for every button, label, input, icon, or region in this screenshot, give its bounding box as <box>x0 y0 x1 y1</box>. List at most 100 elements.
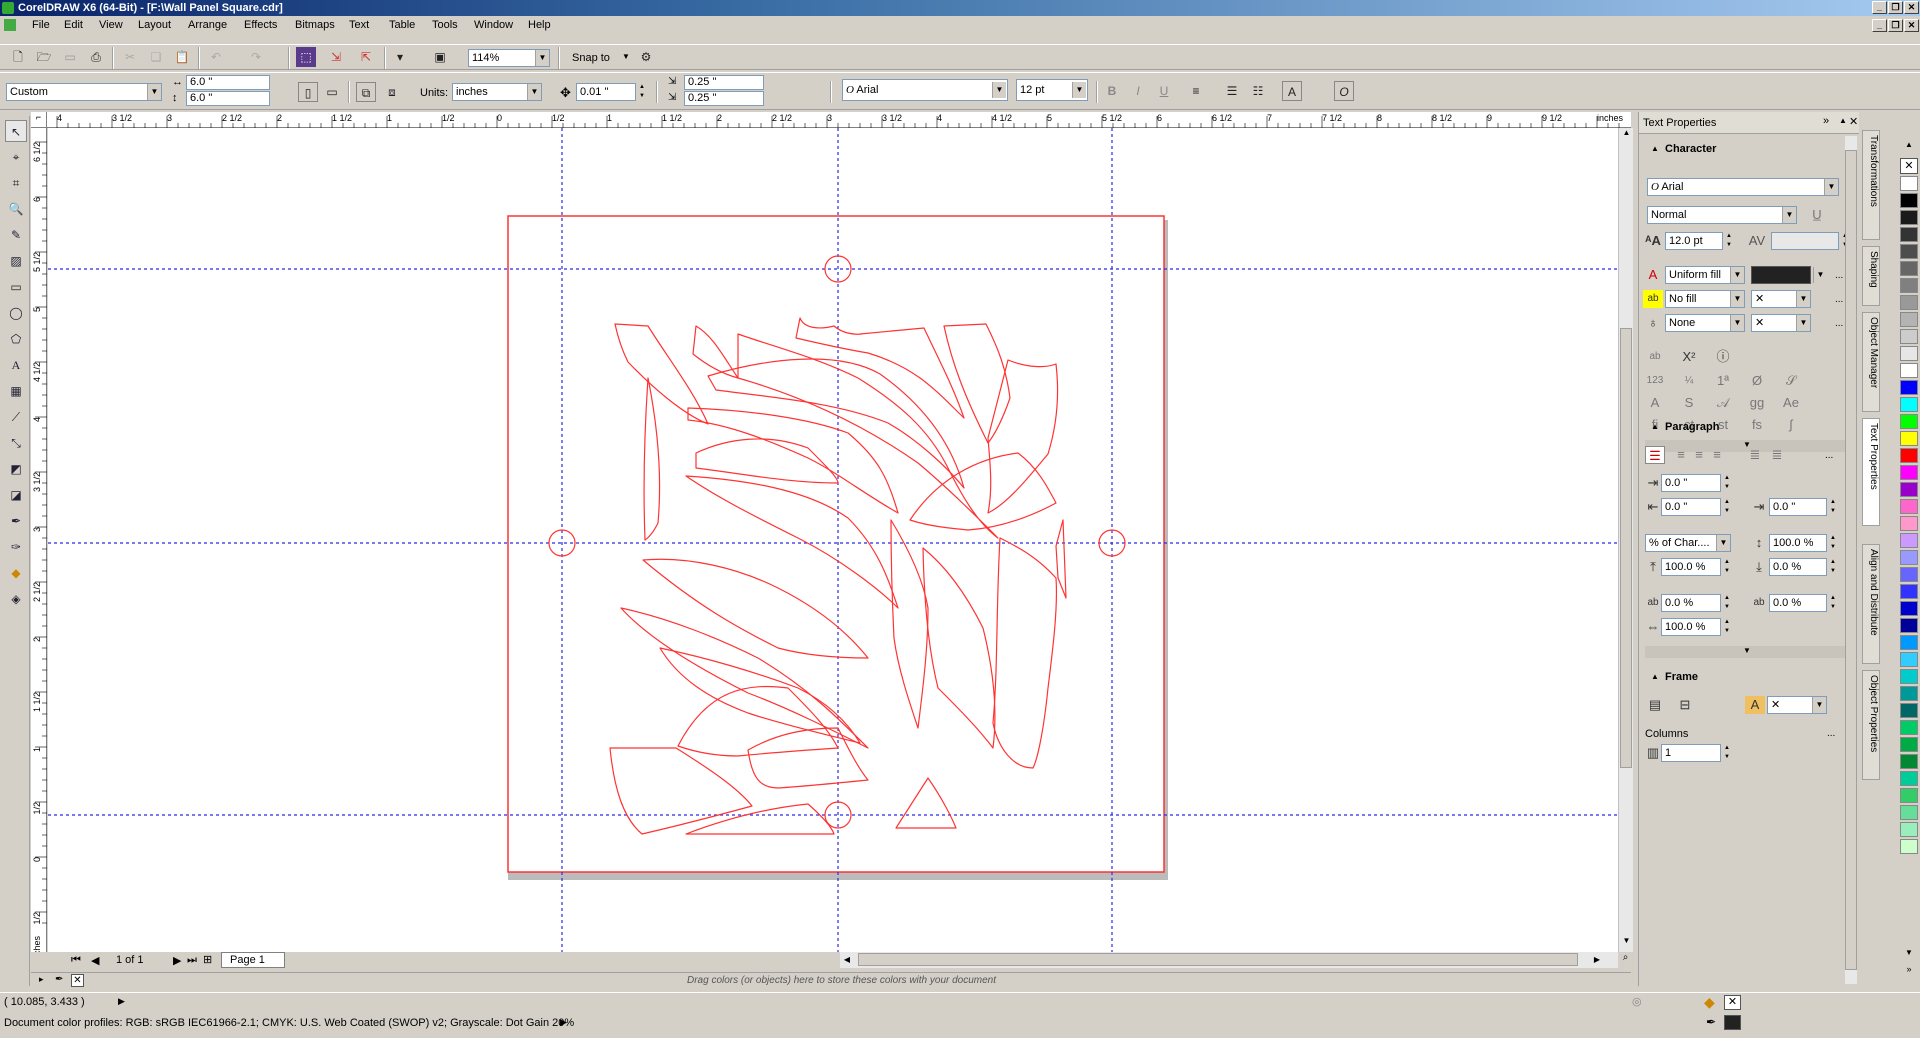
color-swatch[interactable] <box>1900 465 1918 480</box>
first-page-icon[interactable]: ⏮ <box>71 954 81 967</box>
outline-color-swatch[interactable] <box>1724 1015 1741 1030</box>
minimize-button[interactable]: _ <box>1872 1 1887 14</box>
text-properties-icon[interactable]: A <box>1282 81 1302 101</box>
transparency-tool-icon[interactable]: ◪ <box>5 484 27 506</box>
tab-shaping[interactable]: Shaping <box>1862 246 1880 306</box>
docker-font-size-field[interactable]: 12.0 pt <box>1665 232 1723 250</box>
text-alignment-icon[interactable]: ≡ <box>1186 81 1206 101</box>
export-icon[interactable]: ⇱ <box>356 47 376 67</box>
font-style-dropdown-icon[interactable]: ▼ <box>1782 207 1796 223</box>
frame-section-header[interactable]: Frame <box>1645 668 1849 686</box>
polygon-tool-icon[interactable]: ⬠ <box>5 328 27 350</box>
discretionary-icon[interactable]: Ae <box>1781 394 1801 412</box>
color-swatch[interactable] <box>1900 567 1918 582</box>
first-line-indent-field[interactable]: 0.0 " <box>1661 474 1721 492</box>
line-spacing-spinner[interactable]: ▲ ▼ <box>1827 534 1839 552</box>
color-swatch[interactable] <box>1900 312 1918 327</box>
palette-scroll-up-icon[interactable]: ▲ <box>1900 140 1918 152</box>
vertical-scrollbar[interactable]: ▲ ▼ <box>1618 128 1633 952</box>
eyedropper-tool-icon[interactable]: ✒ <box>5 510 27 532</box>
fill-color-dropdown-icon[interactable]: ▼ <box>1813 267 1827 283</box>
menu-help[interactable]: Help <box>528 19 551 31</box>
tab-text-properties[interactable]: Text Properties <box>1862 418 1880 526</box>
language-spacing-field[interactable]: 100.0 % <box>1661 618 1721 636</box>
color-swatch[interactable] <box>1900 295 1918 310</box>
bold-icon[interactable]: B <box>1102 81 1122 101</box>
paragraph-expand-icon[interactable]: ▼ <box>1645 646 1849 658</box>
background-settings-icon[interactable]: ... <box>1835 294 1843 305</box>
menu-layout[interactable]: Layout <box>138 19 171 31</box>
color-swatch[interactable] <box>1900 176 1918 191</box>
spacing-unit-dropdown-icon[interactable]: ▼ <box>1716 535 1730 551</box>
interactive-fill-icon[interactable]: ◈ <box>5 588 27 610</box>
stylistic-s-icon[interactable]: S <box>1679 394 1699 412</box>
scroll-left-arrow[interactable]: ◀ <box>840 952 854 968</box>
color-swatch[interactable] <box>1900 754 1918 769</box>
docker-close-icon[interactable]: ✕ <box>1849 115 1858 128</box>
paste-icon[interactable]: 📋 <box>172 47 192 67</box>
slashed-zero-icon[interactable]: Ø <box>1747 372 1767 390</box>
outline-indicator-icon[interactable]: ✒ <box>1706 1015 1716 1029</box>
page-tab[interactable]: Page 1 <box>221 952 285 968</box>
options-icon[interactable]: ⚙ <box>636 47 656 67</box>
color-swatch[interactable] <box>1900 499 1918 514</box>
uppercase-icon[interactable]: ab <box>1645 348 1665 366</box>
right-indent-field[interactable]: 0.0 " <box>1769 498 1827 516</box>
pick-tool-icon[interactable]: ↖ <box>5 120 27 142</box>
font-style-field[interactable]: Normal <box>1647 206 1797 224</box>
swash-icon[interactable]: 𝒮 <box>1781 372 1801 390</box>
justify-force-icon[interactable]: ≣ <box>1767 446 1787 464</box>
zoom-tool-icon[interactable]: 🔍 <box>5 198 27 220</box>
horizontal-scroll-thumb[interactable] <box>858 953 1578 966</box>
menu-arrange[interactable]: Arrange <box>188 19 227 31</box>
color-swatch[interactable] <box>1900 669 1918 684</box>
color-swatch[interactable] <box>1900 805 1918 820</box>
crop-tool-icon[interactable]: ⌗ <box>5 172 27 194</box>
docker-font-dropdown-icon[interactable]: ▼ <box>1824 179 1838 195</box>
ruler-origin[interactable]: ⌐ <box>31 112 47 128</box>
snap-to-dropdown-icon[interactable]: ▼ <box>622 52 630 61</box>
blend-tool-icon[interactable]: ◩ <box>5 458 27 480</box>
color-swatch[interactable] <box>1900 363 1918 378</box>
justify-full-icon[interactable]: ≣ <box>1745 446 1765 464</box>
frame-text-direction-icon[interactable]: A <box>1745 696 1765 714</box>
font-list-field[interactable]: O Arial <box>842 79 1008 101</box>
color-swatch[interactable] <box>1900 329 1918 344</box>
rectangle-tool-icon[interactable]: ▭ <box>5 276 27 298</box>
snap-to-button[interactable]: Snap to <box>572 52 610 64</box>
align-center-icon[interactable]: ≡ <box>1689 446 1709 464</box>
color-swatch[interactable] <box>1900 261 1918 276</box>
color-swatch[interactable] <box>1900 533 1918 548</box>
menu-tools[interactable]: Tools <box>432 19 458 31</box>
page-border[interactable] <box>507 215 1165 873</box>
left-indent-spinner[interactable]: ▲ ▼ <box>1721 498 1733 516</box>
docker-scrollbar[interactable] <box>1845 136 1857 984</box>
stylistic-123-icon[interactable]: 123 <box>1645 372 1665 390</box>
profiles-expand-icon[interactable]: ▶ <box>560 1017 567 1028</box>
all-pages-icon[interactable]: ⧉ <box>356 82 376 102</box>
new-document-icon[interactable]: 🗋 <box>8 47 28 67</box>
color-swatch[interactable] <box>1900 278 1918 293</box>
page-height-field[interactable]: 6.0 " <box>186 91 270 106</box>
outline-settings-icon[interactable]: ... <box>1835 318 1843 329</box>
color-swatch[interactable] <box>1900 720 1918 735</box>
scroll-up-arrow[interactable]: ▲ <box>1619 128 1634 142</box>
fill-type-dropdown-icon[interactable]: ▼ <box>1730 267 1744 283</box>
color-swatch[interactable] <box>1900 584 1918 599</box>
color-swatch[interactable] <box>1900 244 1918 259</box>
outline-width-dropdown-icon[interactable]: ▼ <box>1730 315 1744 331</box>
doc-minimize-button[interactable]: _ <box>1872 19 1887 32</box>
doc-close-button[interactable]: ✕ <box>1904 19 1919 32</box>
menu-view[interactable]: View <box>99 19 123 31</box>
color-swatch[interactable] <box>1900 210 1918 225</box>
font-size-dropdown-icon[interactable]: ▼ <box>1072 82 1086 98</box>
menu-text[interactable]: Text <box>349 19 369 31</box>
no-color-swatch[interactable]: ✕ <box>71 974 84 987</box>
ordinal-icon[interactable]: 1ª <box>1713 372 1733 390</box>
alignment-settings-icon[interactable]: ... <box>1825 450 1833 461</box>
color-swatch[interactable] <box>1900 550 1918 565</box>
cut-icon[interactable]: ✂ <box>120 47 140 67</box>
nudge-spinner[interactable]: ▲ ▼ <box>636 83 648 101</box>
welcome-screen-icon[interactable]: ▣ <box>430 47 450 67</box>
color-swatch[interactable] <box>1900 380 1918 395</box>
